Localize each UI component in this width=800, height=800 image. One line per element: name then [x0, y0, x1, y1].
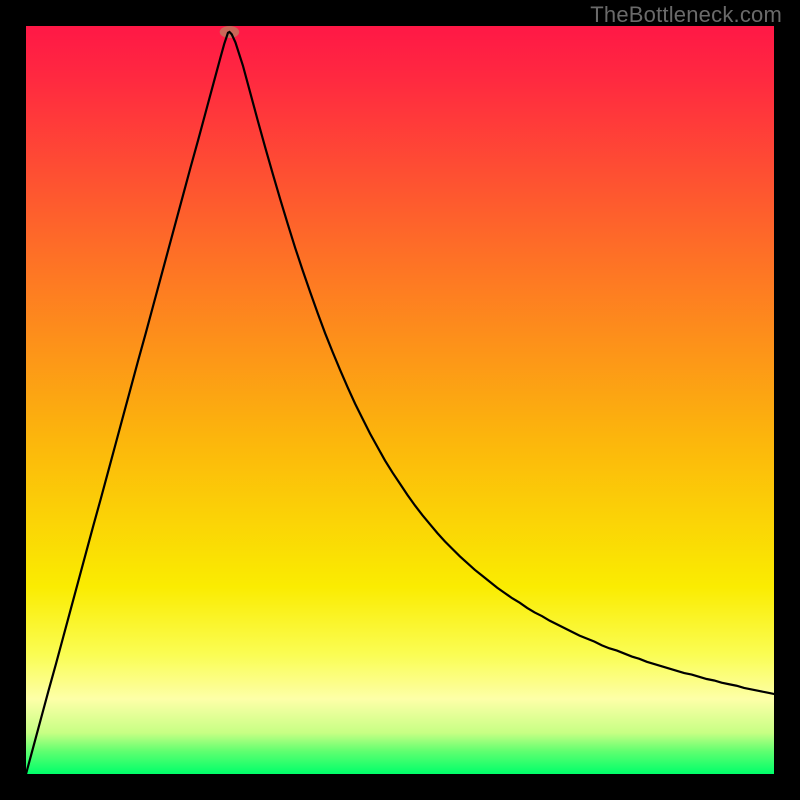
chart-background: [26, 26, 774, 774]
chart-svg: [26, 26, 774, 774]
chart-frame: TheBottleneck.com: [0, 0, 800, 800]
attribution-text: TheBottleneck.com: [590, 2, 782, 28]
